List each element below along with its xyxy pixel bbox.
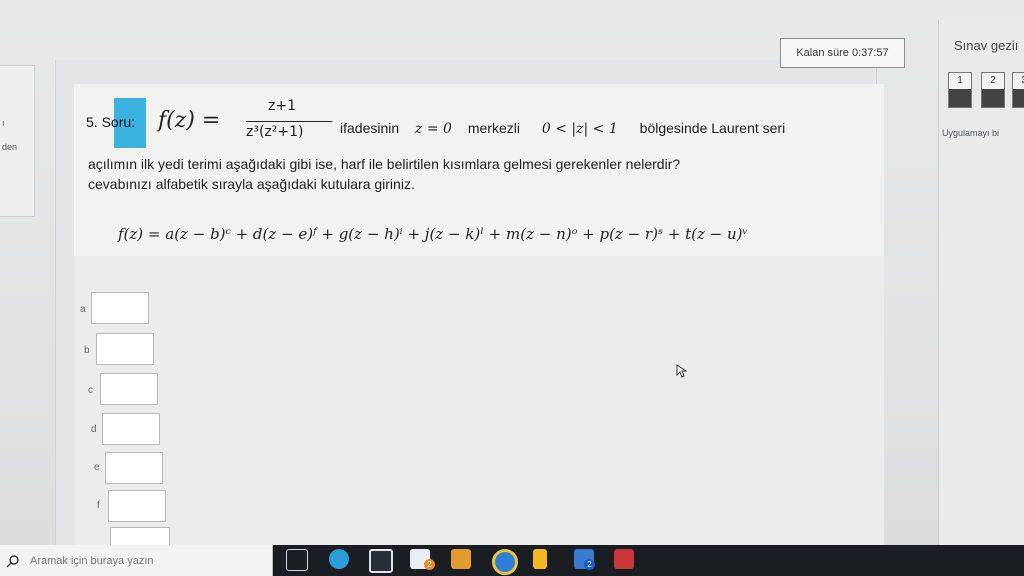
answer-input-partial[interactable] — [110, 527, 170, 546]
chrome-icon[interactable] — [492, 549, 518, 575]
nav-question-2[interactable]: 2 — [981, 72, 1005, 108]
left-side-panel[interactable]: ı den — [0, 65, 35, 217]
file-icon[interactable] — [533, 549, 547, 569]
photos-badge: 2 — [584, 559, 595, 570]
task-view-icon[interactable] — [286, 549, 308, 571]
search-input[interactable] — [28, 553, 252, 568]
fraction-bar — [246, 121, 332, 122]
mail-badge: 2 — [424, 559, 435, 570]
answer-input-c[interactable] — [100, 373, 158, 405]
question-tag: Soru: — [101, 114, 136, 130]
nav-question-1[interactable]: 1 — [948, 72, 972, 108]
search-icon — [6, 554, 19, 567]
mouse-cursor-icon — [676, 364, 688, 378]
answer-input-f[interactable] — [108, 490, 166, 522]
word-icon[interactable] — [614, 549, 634, 569]
text-ifadesinin: ifadesinin — [340, 120, 400, 136]
answer-label-f: f — [97, 500, 100, 511]
question-line-1: ifadesinin z = 0 merkezli 0 < |z| < 1 bö… — [340, 120, 785, 137]
answer-label-b: b — [84, 345, 90, 356]
left-panel-text-top: ı — [2, 118, 5, 128]
store-icon[interactable] — [369, 549, 393, 573]
answer-input-a[interactable] — [91, 292, 149, 324]
nav-question-3[interactable]: 3 — [1012, 72, 1024, 108]
answer-input-e[interactable] — [105, 452, 163, 484]
answer-label-d: d — [91, 424, 97, 435]
answer-label-e: e — [94, 462, 100, 473]
taskbar-search[interactable] — [0, 545, 273, 576]
calendar-icon[interactable] — [451, 549, 471, 569]
answer-label-a: a — [80, 304, 86, 315]
text-laurent: bölgesinde Laurent seri — [639, 120, 786, 136]
answer-input-b[interactable] — [96, 333, 154, 365]
math-region: 0 < |z| < 1 — [541, 121, 618, 137]
text-merkezli: merkezli — [467, 120, 520, 136]
question-number: 5. Soru: — [86, 114, 135, 130]
edge-icon[interactable] — [329, 549, 349, 569]
left-panel-text-bottom: den — [2, 142, 18, 152]
fraction-numerator: z+1 — [268, 98, 296, 114]
question-line-3: cevabınızı alfabetik sırayla aşağıdaki k… — [88, 176, 415, 192]
nav-question-3-label: 3 — [1013, 73, 1024, 89]
exam-navigation-title: Sınav geziı — [954, 38, 1019, 53]
answer-label-c: c — [88, 385, 93, 396]
answers-area — [74, 256, 884, 545]
answer-input-d[interactable] — [102, 413, 160, 445]
question-number-value: 5. — [86, 114, 98, 130]
question-line-2: açılımın ilk yedi terimi aşağıdaki gibi … — [88, 156, 681, 172]
math-z-equals-0: z = 0 — [415, 121, 452, 137]
nav-question-1-label: 1 — [949, 73, 971, 89]
laurent-formula: f(z) = a(z − b)ᶜ + d(z − e)ᶠ + g(z − h)ⁱ… — [118, 225, 749, 243]
fraction-denominator: z³(z²+1) — [246, 124, 304, 140]
apply-link[interactable]: Uygulamayı bi — [942, 128, 999, 138]
remaining-time: Kalan süre 0:37:57 — [780, 38, 905, 68]
function-name: f(z) = — [158, 108, 221, 133]
nav-question-2-label: 2 — [982, 73, 1004, 89]
